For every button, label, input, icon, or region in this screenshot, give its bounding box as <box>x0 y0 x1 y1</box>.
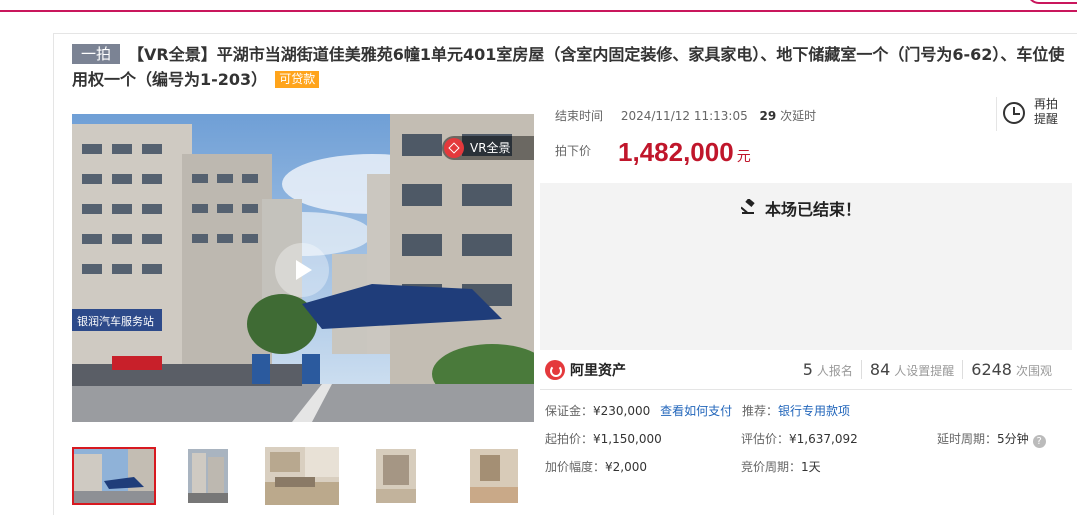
thumbnail-2[interactable] <box>168 447 252 505</box>
loan-badge[interactable]: 可贷款 <box>275 71 320 88</box>
vr-panorama-badge[interactable]: VR全景 <box>442 136 534 160</box>
top-nav-corner-tab[interactable] <box>1027 0 1077 4</box>
final-price-label: 拍下价 <box>555 144 592 158</box>
thumbnail-image <box>265 447 339 505</box>
thumbnail-5[interactable] <box>452 447 537 505</box>
end-time-row: 结束时间 2024/11/12 11:13:05 29 次延时 <box>555 107 816 124</box>
vr-icon <box>444 138 464 158</box>
bidding-cycle-label: 竞价周期： <box>741 460 802 474</box>
appraisal-row: 评估价：¥1,637,092 <box>741 430 858 447</box>
extensions-label: 次延时 <box>780 109 817 123</box>
deposit-label: 保证金： <box>545 404 594 418</box>
bidding-cycle-value: 1天 <box>801 460 821 474</box>
increment-value: ¥2,000 <box>605 460 648 474</box>
alarm-clock-icon <box>1003 102 1025 124</box>
ali-assets-name: 阿里资产 <box>570 363 626 379</box>
final-price-value: 1,482,000 <box>618 137 734 167</box>
delay-period-label: 延时周期： <box>937 432 998 446</box>
top-nav-bar <box>0 0 1077 12</box>
auction-round-tag: 一拍 <box>72 44 121 64</box>
views-count: 6248 <box>971 360 1012 379</box>
end-time-label: 结束时间 <box>555 109 604 123</box>
increment-label: 加价幅度： <box>545 460 606 474</box>
re-auction-reminder-button[interactable]: 再拍提醒 <box>1003 97 1069 131</box>
thumbnail-3[interactable] <box>265 447 339 505</box>
bank-payment-link[interactable]: 银行专用款项 <box>778 404 850 418</box>
views-stat: 6248 次围观 <box>962 360 1060 379</box>
extensions-count: 29 <box>759 109 777 123</box>
final-price-unit: 元 <box>736 149 751 165</box>
thumbnail-4[interactable] <box>358 447 423 505</box>
start-price-row: 起拍价：¥1,150,000 <box>545 430 662 447</box>
views-label: 次围观 <box>1015 364 1052 378</box>
ali-assets-logo[interactable]: 阿里资产 <box>545 360 626 380</box>
auction-title-text: 【VR全景】平湖市当湖街道佳美雅苑6幢1单元401室房屋（含室内固定装修、家具家… <box>72 45 1065 89</box>
reminders-stat: 84 人设置提醒 <box>860 360 962 379</box>
ali-assets-icon <box>545 360 565 380</box>
reminders-count: 84 <box>869 360 891 379</box>
auction-ended-status: 本场已结束！ <box>765 200 862 219</box>
deposit-value: ¥230,000 <box>593 404 651 418</box>
delay-period-value: 5分钟 <box>997 432 1029 446</box>
appraisal-label: 评估价： <box>741 432 790 446</box>
how-to-pay-link[interactable]: 查看如何支付 <box>660 404 732 418</box>
appraisal-value: ¥1,637,092 <box>789 432 858 446</box>
bidding-cycle-row: 竞价周期：1天 <box>741 458 821 475</box>
signups-count: 5 <box>802 360 813 379</box>
final-price-row: 拍下价 1,482,000 元 <box>555 137 751 168</box>
signups-stat: 5 人报名 <box>795 360 861 379</box>
help-icon[interactable]: ? <box>1032 435 1046 448</box>
play-video-button[interactable] <box>275 243 329 297</box>
auction-title: 一拍 【VR全景】平湖市当湖街道佳美雅苑6幢1单元401室房屋（含室内固定装修、家… <box>72 42 1072 92</box>
thumbnail-image <box>376 449 416 503</box>
thumbnail-1[interactable] <box>72 447 156 505</box>
thumbnail-image <box>74 449 154 503</box>
thumbnail-image <box>470 449 518 503</box>
start-price-value: ¥1,150,000 <box>593 432 662 446</box>
reminder-label: 再拍提醒 <box>1034 97 1059 126</box>
recommend-label: 推荐： <box>741 404 778 418</box>
reminders-label: 人设置提醒 <box>894 364 955 378</box>
delay-period-row: 延时周期：5分钟? <box>937 430 1046 448</box>
end-time-value: 2024/11/12 11:13:05 <box>620 109 748 123</box>
divider <box>996 97 997 131</box>
signups-label: 人报名 <box>816 364 853 378</box>
svg-text:银润汽车服务站: 银润汽车服务站 <box>77 314 154 328</box>
gavel-icon <box>741 199 755 214</box>
participation-stats: 5 人报名 84 人设置提醒 6248 次围观 <box>795 360 1060 379</box>
start-price-label: 起拍价： <box>545 432 594 446</box>
thumbnail-image <box>188 449 228 503</box>
vr-badge-label: VR全景 <box>470 141 511 155</box>
increment-row: 加价幅度：¥2,000 <box>545 458 647 475</box>
deposit-row: 保证金：¥230,000 查看如何支付 推荐：银行专用款项 <box>545 402 850 419</box>
